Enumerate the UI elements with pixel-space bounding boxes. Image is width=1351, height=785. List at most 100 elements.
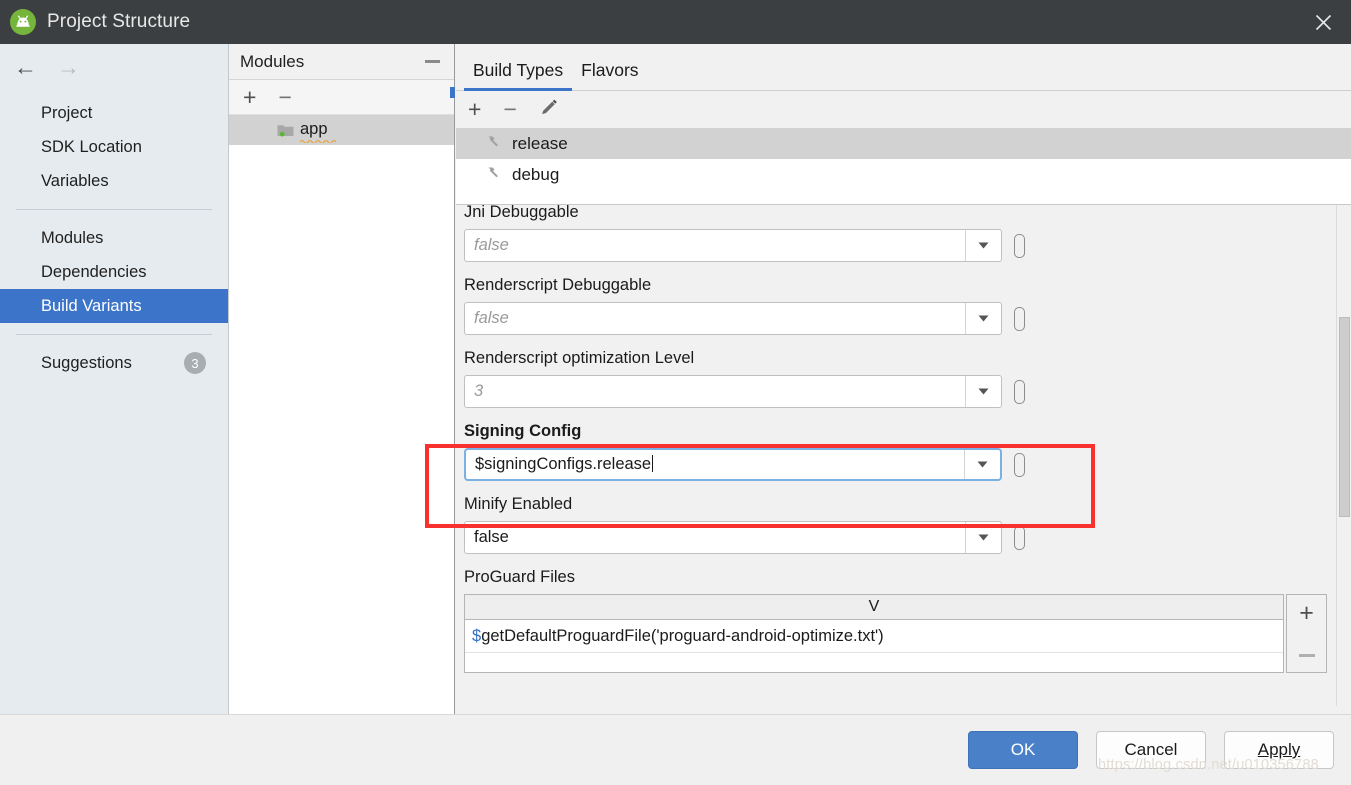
table-row[interactable]: $ getDefaultProguardFile('proguard-androi… (465, 620, 1283, 652)
chevron-down-icon[interactable] (964, 450, 1000, 479)
suggestions-badge: 3 (184, 352, 206, 374)
sidebar-item-label: Suggestions (41, 353, 132, 372)
android-studio-logo-icon (10, 9, 36, 35)
variable-button-icon[interactable] (1014, 525, 1025, 550)
chevron-down-icon[interactable] (965, 303, 1001, 334)
sidebar-item-sdk-location[interactable]: SDK Location (0, 130, 228, 164)
tab-label: Build Types (473, 60, 564, 80)
project-structure-dialog: Project Structure ← → Project SDK Locati… (0, 0, 1351, 785)
field-label: Renderscript optimization Level (464, 349, 695, 367)
chevron-down-icon[interactable] (965, 376, 1001, 407)
list-item-label: release (512, 133, 568, 153)
build-types-list: release debug (456, 128, 1351, 204)
watermark: https://blog.csdn.net/u010356788 (1098, 757, 1319, 773)
tab-build-types[interactable]: Build Types (464, 60, 573, 91)
modules-panel-header: Modules (229, 44, 454, 80)
jni-debuggable-combo[interactable]: false (464, 229, 1002, 262)
hammer-icon (486, 164, 503, 186)
sidebar-item-variables[interactable]: Variables (0, 164, 228, 198)
field-label: Signing Config (464, 422, 582, 440)
sidebar-divider-1 (16, 209, 212, 210)
text-caret (652, 455, 654, 472)
list-item-release[interactable]: release (456, 128, 1351, 159)
field-renderscript-optimization-level: Renderscript optimization Level 3 (464, 349, 1335, 408)
modules-panel: Modules + − app (229, 44, 455, 714)
variable-button-icon[interactable] (1014, 306, 1025, 331)
add-module-button[interactable]: + (243, 85, 256, 109)
list-item-debug[interactable]: debug (456, 159, 1351, 190)
remove-build-type-button[interactable]: − (503, 98, 516, 121)
ok-button[interactable]: OK (968, 731, 1078, 769)
sidebar-item-label: Modules (41, 228, 104, 247)
add-build-type-button[interactable]: + (468, 98, 481, 121)
sidebar-item-label: Project (41, 103, 93, 122)
sidebar: ← → Project SDK Location Variables Modul… (0, 44, 229, 714)
add-proguard-file-button[interactable]: + (1299, 601, 1314, 626)
error-squiggle-icon (300, 139, 337, 143)
field-minify-enabled: Minify Enabled false (464, 495, 1335, 554)
sidebar-item-project[interactable]: Project (0, 96, 228, 130)
field-label: Jni Debuggable (464, 204, 579, 221)
title-bar: Project Structure (0, 0, 1351, 44)
signing-config-text: $signingConfigs.release (475, 455, 652, 473)
modules-toolbar: + − (229, 80, 454, 115)
dialog-footer: OK Cancel Apply (0, 714, 1351, 785)
field-signing-config: Signing Config $signingConfigs.release (464, 422, 1335, 481)
navigation-arrows: ← → (0, 44, 228, 90)
combo-value: false (474, 236, 509, 254)
table-column-header[interactable]: V (465, 595, 1283, 620)
list-item[interactable]: app (229, 115, 454, 145)
renderscript-debuggable-combo[interactable]: false (464, 302, 1002, 335)
proguard-files-table: V $ getDefaultProguardFile('proguard-andr… (464, 594, 1284, 673)
field-renderscript-debuggable: Renderscript Debuggable false (464, 276, 1335, 335)
remove-proguard-file-button[interactable] (1298, 654, 1315, 657)
remove-module-button[interactable]: − (278, 85, 291, 109)
sidebar-item-dependencies[interactable]: Dependencies (0, 255, 228, 289)
variable-button-icon[interactable] (1014, 379, 1025, 404)
renderscript-optimization-level-combo[interactable]: 3 (464, 375, 1002, 408)
arrow-right-icon[interactable]: → (57, 55, 80, 79)
variable-button-icon[interactable] (1014, 233, 1025, 258)
build-type-properties-form: Jni Debuggable false Renderscript Debugg (456, 204, 1351, 706)
chevron-down-icon[interactable] (965, 230, 1001, 261)
tab-flavors[interactable]: Flavors (572, 60, 647, 90)
field-label: Renderscript Debuggable (464, 276, 652, 294)
signing-config-combo[interactable]: $signingConfigs.release (464, 448, 1002, 481)
variable-prefix: $ (472, 626, 482, 645)
sidebar-item-modules[interactable]: Modules (0, 221, 228, 255)
field-jni-debuggable: Jni Debuggable false (464, 204, 1335, 262)
combo-value: false (474, 309, 509, 327)
arrow-left-icon[interactable]: ← (14, 55, 37, 79)
chevron-down-icon[interactable] (965, 522, 1001, 553)
vertical-scrollbar[interactable] (1336, 205, 1351, 706)
table-row-empty[interactable] (465, 652, 1283, 672)
scrollbar-thumb[interactable] (1339, 317, 1350, 517)
minimize-icon[interactable] (425, 60, 440, 63)
list-item-label: debug (512, 164, 560, 184)
hammer-icon (486, 133, 503, 155)
pencil-icon[interactable] (539, 98, 558, 121)
module-name: app (300, 119, 328, 138)
sidebar-item-suggestions[interactable]: Suggestions 3 (0, 346, 228, 380)
minify-enabled-combo[interactable]: false (464, 521, 1002, 554)
modules-panel-title: Modules (240, 51, 305, 71)
field-proguard-files: ProGuard Files V $ getDefaultProguardFile… (464, 568, 1335, 673)
sidebar-divider-2 (16, 334, 212, 335)
combo-value[interactable]: $signingConfigs.release (466, 455, 964, 474)
main-content: Build Types Flavors + − release debug Jn… (456, 44, 1351, 714)
sidebar-item-label: Dependencies (41, 262, 147, 281)
close-icon[interactable] (1295, 0, 1351, 44)
tab-label: Flavors (581, 60, 639, 80)
list-spacer (456, 190, 1351, 204)
sidebar-item-label: Variables (41, 171, 109, 190)
ok-button-label: OK (1010, 740, 1036, 759)
proguard-files-buttons: + (1286, 594, 1327, 673)
variable-button-icon[interactable] (1014, 452, 1025, 477)
field-label: Minify Enabled (464, 495, 573, 513)
tab-bar: Build Types Flavors (456, 44, 1351, 91)
combo-value: 3 (474, 382, 484, 400)
module-change-marker (450, 87, 455, 98)
sidebar-nav-list: Project SDK Location Variables Modules D… (0, 90, 228, 380)
sidebar-item-build-variants[interactable]: Build Variants (0, 289, 228, 323)
build-types-toolbar: + − (456, 91, 1351, 128)
